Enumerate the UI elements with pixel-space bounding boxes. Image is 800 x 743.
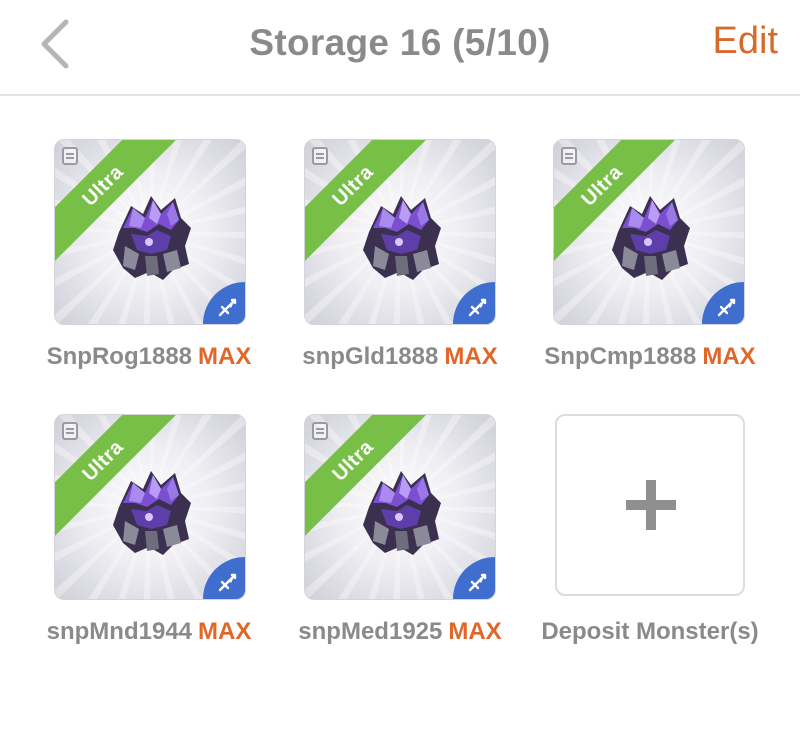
monster-label: SnpRog1888 MAX [24,343,274,371]
document-icon [62,147,78,165]
monster-label: snpMnd1944 MAX [24,618,274,646]
level-max-tag: MAX [198,618,252,645]
plane-icon [218,573,237,592]
level-max-tag: MAX [198,343,252,370]
deposit-monster-button[interactable] [555,414,745,596]
page-title: Storage 16 (5/10) [249,22,551,63]
header: Storage 16 (5/10) Edit [0,0,800,96]
monster-name: snpGld1888 [302,343,439,370]
monster-label: SnpCmp1888 MAX [525,343,775,371]
monster-label: snpGld1888 MAX [275,343,525,371]
monster-name: snpMnd1944 [46,618,193,645]
document-icon [312,147,328,165]
plane-icon [468,573,487,592]
plane-icon [468,298,487,317]
edit-button[interactable]: Edit [713,20,778,63]
level-max-tag: MAX [448,618,502,645]
monster-name: SnpCmp1888 [544,343,697,370]
document-icon [561,147,577,165]
document-icon [312,422,328,440]
monster-name: SnpRog1888 [46,343,193,370]
document-icon [62,422,78,440]
monster-card[interactable]: Ultra [553,139,745,325]
level-max-tag: MAX [444,343,498,370]
monster-label: snpMed1925 MAX [275,618,525,646]
level-max-tag: MAX [702,343,756,370]
plane-icon [717,298,736,317]
monster-card[interactable]: Ultra [304,139,496,325]
deposit-label: Deposit Monster(s) [541,618,759,645]
monster-card[interactable]: Ultra [54,414,246,600]
monster-name: snpMed1925 [298,618,443,645]
plus-icon-vertical [646,480,656,530]
monster-card[interactable]: Ultra [304,414,496,600]
plane-icon [218,298,237,317]
monster-card[interactable]: Ultra [54,139,246,325]
